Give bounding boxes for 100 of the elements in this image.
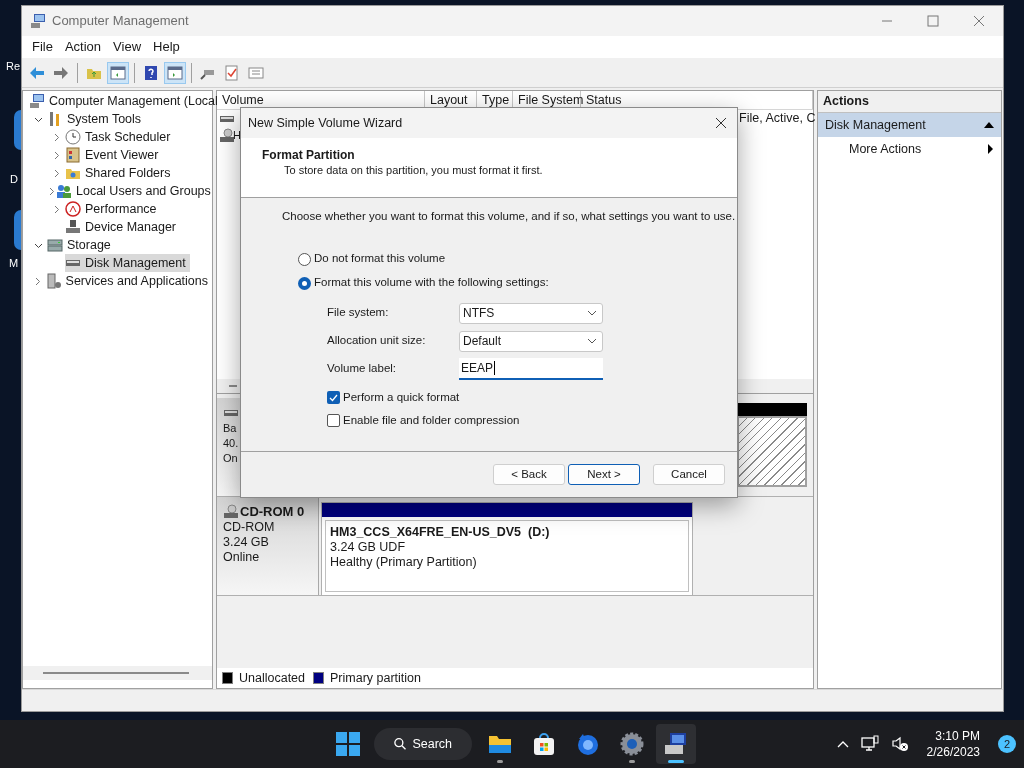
wizard-button[interactable]: < Back (493, 464, 565, 485)
scrollbar-thumb[interactable] (229, 385, 237, 387)
input-field[interactable]: EEAP (459, 358, 603, 380)
tree-item[interactable]: Services and Applications (45, 272, 212, 290)
computer-icon (30, 13, 46, 29)
help-icon (143, 64, 159, 81)
event-log-icon (65, 147, 81, 163)
toolbar-button[interactable] (164, 61, 186, 84)
gauge-icon (65, 201, 81, 217)
search-label: Search (412, 735, 452, 753)
cd-drive-icon (223, 503, 239, 520)
radio-button[interactable] (298, 252, 311, 266)
action-item[interactable]: More Actions (818, 137, 1001, 161)
services-icon (45, 273, 62, 289)
disk-info: Online (223, 550, 260, 565)
tree-item[interactable]: Local Users and Groups (56, 182, 215, 200)
forward-arrow-icon (53, 64, 69, 81)
tree-item[interactable]: Storage (47, 236, 115, 254)
radio-label: Format this volume with the following settings: (314, 275, 549, 291)
disk-label-panel[interactable]: CD-ROM 0 CD-ROM 3.24 GB Online (217, 497, 319, 595)
desktop-icon[interactable] (14, 110, 21, 150)
speaker-muted-icon[interactable] (890, 735, 909, 753)
chevron-right-icon[interactable] (47, 186, 56, 196)
computer-icon (29, 93, 45, 109)
table-cell-text: H (233, 128, 241, 144)
tree-item[interactable]: Disk Management (65, 254, 190, 272)
wizard-subheading: To store data on this partition, you must format it first. (283, 163, 544, 178)
clock-icon (65, 129, 81, 145)
menu-item[interactable]: File (26, 37, 59, 57)
cd-drive-icon (219, 127, 235, 144)
windows-start-icon[interactable] (336, 732, 360, 756)
table-cell-text: File, Active, C (739, 110, 816, 128)
storage-icon (47, 237, 63, 253)
disk-info: 40. (223, 436, 239, 451)
dialog-title: New Simple Volume Wizard (248, 114, 403, 132)
device-icon (65, 219, 81, 235)
search-box[interactable]: Search (374, 728, 472, 760)
checkbox-label: Enable file and folder compression (343, 412, 520, 428)
disk-info: 3.24 GB (223, 535, 269, 550)
disk-info: Ba (223, 421, 237, 436)
action-group-header[interactable]: Disk Management (818, 113, 1001, 137)
scrollbar-thumb[interactable] (43, 672, 189, 674)
collapse-arrow-icon[interactable] (984, 122, 994, 128)
tree-item[interactable]: Shared Folders (65, 164, 175, 182)
search-icon (394, 737, 407, 751)
dropdown[interactable]: NTFS (459, 302, 603, 324)
desktop-icon[interactable] (14, 210, 21, 250)
monitor-icon[interactable] (860, 735, 879, 753)
window-title: Computer Management (52, 12, 189, 31)
maximize-icon[interactable] (927, 15, 939, 27)
field-label: Allocation unit size: (327, 333, 427, 349)
disk-title: CD-ROM 0 (240, 502, 305, 521)
tree-item[interactable]: Device Manager (65, 218, 180, 236)
clock-date[interactable]: 2/26/2023 (926, 744, 980, 760)
radio-label: Do not format this volume (314, 251, 446, 267)
menu-item[interactable]: Help (147, 37, 186, 57)
users-icon (56, 183, 72, 199)
shopping-bag-icon (531, 731, 557, 757)
partition-color-bar (737, 403, 807, 416)
tree-item[interactable]: System Tools (47, 110, 146, 128)
menu-item[interactable]: Action (58, 37, 108, 57)
disk-info: On (223, 451, 238, 466)
settings-icon (619, 731, 645, 757)
close-icon[interactable] (715, 117, 727, 129)
legend-label: Unallocated (239, 669, 305, 687)
checkbox[interactable] (327, 414, 340, 427)
wizard-button[interactable]: Cancel (653, 464, 725, 485)
submenu-arrow-icon (988, 144, 993, 154)
disk-info: CD-ROM (223, 520, 275, 535)
tree-pane-icon (110, 64, 126, 81)
checklist-icon (224, 64, 240, 81)
tree-item[interactable]: Performance (65, 200, 161, 218)
wizard-button[interactable]: Next > (568, 464, 640, 485)
checkbox[interactable] (327, 391, 340, 404)
partition-info: 3.24 GB UDF (330, 540, 407, 555)
partition-info: Healthy (Primary Partition) (330, 555, 478, 570)
tree-item[interactable]: Task Scheduler (65, 128, 175, 146)
dropdown[interactable]: Default (459, 330, 603, 352)
unallocated-partition[interactable] (737, 403, 807, 487)
desktop-icon-label: D (10, 172, 18, 187)
field-label: Volume label: (327, 361, 398, 377)
checkbox-label: Perform a quick format (343, 389, 460, 405)
chevron-up-icon[interactable] (836, 740, 849, 748)
properties-icon (248, 64, 264, 81)
notification-badge[interactable]: 2 (998, 735, 1016, 753)
radio-button[interactable] (298, 276, 311, 290)
wizard-heading: Format Partition (262, 148, 356, 163)
desktop-icon-label: M (9, 256, 19, 271)
tree-item[interactable]: Event Viewer (65, 146, 163, 164)
instruction-text: Choose whether you want to format this volume, and if so, what settings you want to use. (282, 209, 737, 223)
primary-partition[interactable]: HM3_CCS_X64FRE_EN-US_DV5 (D:) 3.24 GB UDF Healthy (Primary Partition) (321, 502, 693, 596)
taskbar-app[interactable] (656, 724, 696, 764)
checkmark-icon (329, 393, 338, 402)
menu-item[interactable]: View (107, 37, 148, 57)
clock-time[interactable]: 3:10 PM (935, 728, 980, 744)
toolbar-button[interactable] (107, 61, 129, 84)
field-label: File system: (327, 305, 390, 321)
partition-name: HM3_CCS_X64FRE_EN-US_DV5 (D:) (330, 525, 551, 540)
desktop-icon-label: Re (6, 59, 21, 74)
actions-title: Actions (818, 91, 1001, 113)
